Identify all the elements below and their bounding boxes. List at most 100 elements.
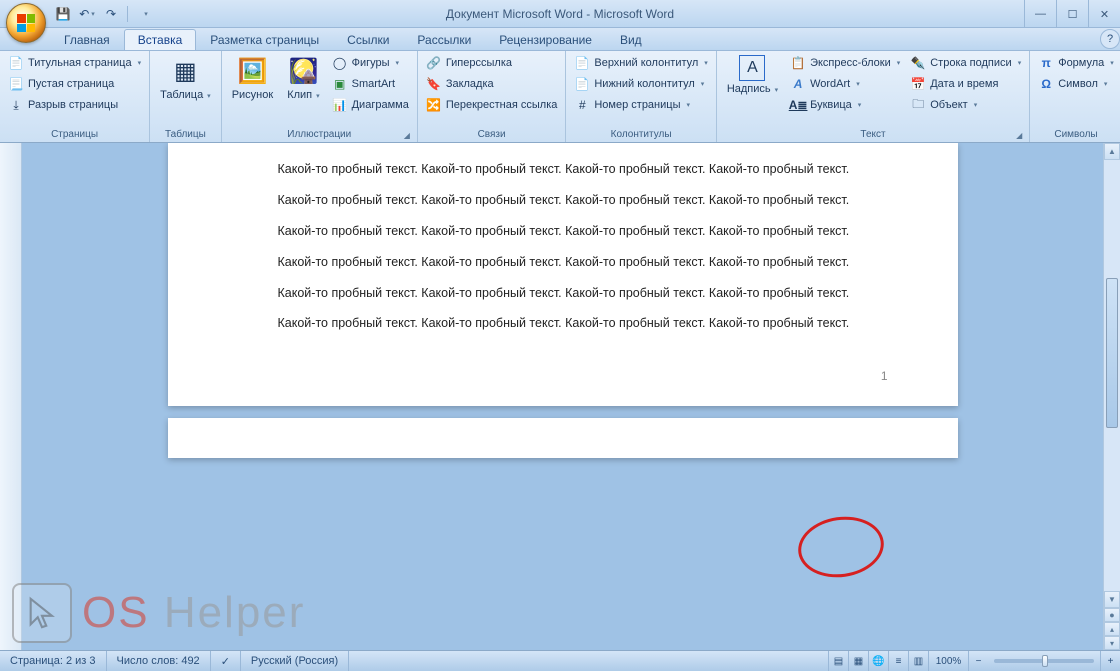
maximize-button[interactable]: ☐ — [1056, 0, 1088, 28]
chart-button[interactable]: 📊Диаграмма — [328, 95, 413, 115]
next-page-button[interactable]: ▾ — [1104, 636, 1120, 650]
document-page-next[interactable] — [168, 418, 958, 458]
bookmark-button[interactable]: 🔖Закладка — [422, 74, 562, 94]
object-icon: 🗀 — [910, 97, 926, 113]
equation-button[interactable]: πФормула▾ — [1034, 53, 1118, 73]
tab-review[interactable]: Рецензирование — [485, 29, 606, 50]
redo-icon[interactable]: ↷ — [103, 6, 119, 22]
prev-page-button[interactable]: ▴ — [1104, 622, 1120, 636]
view-full-screen[interactable]: ▦ — [848, 651, 868, 671]
pagenumber-button[interactable]: #Номер страницы▾ — [570, 95, 711, 115]
picture-button[interactable]: 🖼️Рисунок — [226, 53, 280, 103]
status-wordcount[interactable]: Число слов: 492 — [107, 651, 211, 671]
status-page[interactable]: Страница: 2 из 3 — [0, 651, 107, 671]
window-title: Документ Microsoft Word - Microsoft Word — [0, 7, 1120, 21]
undo-icon[interactable]: ↶▾ — [79, 6, 95, 22]
hyperlink-button[interactable]: 🔗Гиперссылка — [422, 53, 562, 73]
signature-line-button[interactable]: ✒️Строка подписи▾ — [906, 53, 1025, 73]
group-pages: 📄Титульная страница▾ 📃Пустая страница ⤓Р… — [0, 51, 150, 142]
title-bar: 💾 ↶▾ ↷ ▾ Документ Microsoft Word - Micro… — [0, 0, 1120, 28]
symbol-button[interactable]: ΩСимвол▾ — [1034, 74, 1118, 94]
scroll-down-button[interactable]: ▼ — [1104, 591, 1120, 608]
footer-icon: 📄 — [574, 76, 590, 92]
dropcap-button[interactable]: A≣Буквица▾ — [786, 95, 904, 115]
zoom-in-button[interactable]: + — [1100, 651, 1120, 671]
datetime-icon: 📅 — [910, 76, 926, 92]
group-label-pages: Страницы — [4, 128, 145, 142]
save-icon[interactable]: 💾 — [55, 6, 71, 22]
pagenum-icon: # — [574, 97, 590, 113]
group-headerfooter: 📄Верхний колонтитул▾ 📄Нижний колонтитул▾… — [566, 51, 716, 142]
status-proof[interactable]: ✓ — [211, 651, 241, 671]
scroll-up-button[interactable]: ▲ — [1104, 143, 1120, 160]
tab-home[interactable]: Главная — [50, 29, 124, 50]
clipart-icon: 🎑 — [287, 55, 319, 87]
view-web-layout[interactable]: 🌐 — [868, 651, 888, 671]
paragraph: Какой-то пробный текст. Какой-то пробный… — [278, 192, 903, 209]
header-button[interactable]: 📄Верхний колонтитул▾ — [570, 53, 711, 73]
tab-references[interactable]: Ссылки — [333, 29, 403, 50]
zoom-out-button[interactable]: − — [968, 651, 988, 671]
table-button[interactable]: ▦ Таблица ▾ — [154, 53, 217, 103]
shapes-button[interactable]: ◯Фигуры▾ — [328, 53, 413, 73]
footer-button[interactable]: 📄Нижний колонтитул▾ — [570, 74, 711, 94]
group-illustrations: 🖼️Рисунок 🎑Клип ▾ ◯Фигуры▾ ▣SmartArt 📊Ди… — [222, 51, 418, 142]
close-button[interactable]: ✕ — [1088, 0, 1120, 28]
dialog-launcher-icon[interactable]: ◢ — [402, 131, 412, 141]
group-label-links: Связи — [422, 128, 562, 142]
vertical-scrollbar[interactable]: ▲ ▼ ● ▴ ▾ — [1103, 143, 1120, 650]
page-break-button[interactable]: ⤓Разрыв страницы — [4, 95, 145, 115]
document-page[interactable]: Какой-то пробный текст. Какой-то пробный… — [168, 143, 958, 406]
table-icon: ▦ — [169, 55, 201, 87]
help-button[interactable]: ? — [1100, 29, 1120, 49]
crossref-button[interactable]: 🔀Перекрестная ссылка — [422, 95, 562, 115]
vertical-ruler[interactable] — [0, 143, 22, 650]
clipart-button[interactable]: 🎑Клип ▾ — [281, 53, 325, 103]
textbox-icon: A — [739, 55, 765, 81]
tab-insert[interactable]: Вставка — [124, 29, 197, 50]
browse-object-button[interactable]: ● — [1104, 608, 1120, 622]
tab-mailings[interactable]: Рассылки — [403, 29, 485, 50]
tab-page-layout[interactable]: Разметка страницы — [196, 29, 333, 50]
scroll-track[interactable] — [1104, 160, 1120, 591]
wordart-icon: A — [790, 76, 806, 92]
object-button[interactable]: 🗀Объект▾ — [906, 95, 1025, 115]
paragraph: Какой-то пробный текст. Какой-то пробный… — [278, 285, 903, 302]
paragraph: Какой-то пробный текст. Какой-то пробный… — [278, 315, 903, 332]
ribbon: 📄Титульная страница▾ 📃Пустая страница ⤓Р… — [0, 51, 1120, 143]
scroll-thumb[interactable] — [1106, 278, 1118, 428]
blank-page-button[interactable]: 📃Пустая страница — [4, 74, 145, 94]
chart-icon: 📊 — [332, 97, 348, 113]
group-label-tables: Таблицы — [154, 128, 217, 142]
textbox-button[interactable]: AНадпись ▾ — [721, 53, 784, 97]
office-button[interactable] — [6, 3, 46, 43]
paragraph: Какой-то пробный текст. Какой-то пробный… — [278, 161, 903, 178]
zoom-slider[interactable] — [994, 659, 1094, 663]
tab-view[interactable]: Вид — [606, 29, 656, 50]
status-bar: Страница: 2 из 3 Число слов: 492 ✓ Русск… — [0, 650, 1120, 671]
group-label-text: Текст◢ — [721, 128, 1025, 142]
page-break-icon: ⤓ — [8, 97, 24, 113]
quickparts-button[interactable]: 📋Экспресс-блоки▾ — [786, 53, 904, 73]
minimize-button[interactable]: — — [1024, 0, 1056, 28]
dialog-launcher-icon[interactable]: ◢ — [1014, 131, 1024, 141]
equation-icon: π — [1038, 55, 1054, 71]
blank-page-icon: 📃 — [8, 76, 24, 92]
group-tables: ▦ Таблица ▾ Таблицы — [150, 51, 222, 142]
bookmark-icon: 🔖 — [426, 76, 442, 92]
proof-icon: ✓ — [221, 655, 230, 668]
view-draft[interactable]: ▥ — [908, 651, 928, 671]
smartart-button[interactable]: ▣SmartArt — [328, 74, 413, 94]
status-language[interactable]: Русский (Россия) — [241, 651, 349, 671]
smartart-icon: ▣ — [332, 76, 348, 92]
view-print-layout[interactable]: ▤ — [828, 651, 848, 671]
cover-page-button[interactable]: 📄Титульная страница▾ — [4, 53, 145, 73]
wordart-button[interactable]: AWordArt▾ — [786, 74, 904, 94]
qat-customize[interactable]: ▾ — [138, 6, 154, 22]
group-label-headerfooter: Колонтитулы — [570, 128, 711, 142]
zoom-slider-thumb[interactable] — [1042, 655, 1048, 667]
datetime-button[interactable]: 📅Дата и время — [906, 74, 1025, 94]
zoom-level[interactable]: 100% — [928, 651, 968, 671]
view-outline[interactable]: ≡ — [888, 651, 908, 671]
quickparts-icon: 📋 — [790, 55, 806, 71]
